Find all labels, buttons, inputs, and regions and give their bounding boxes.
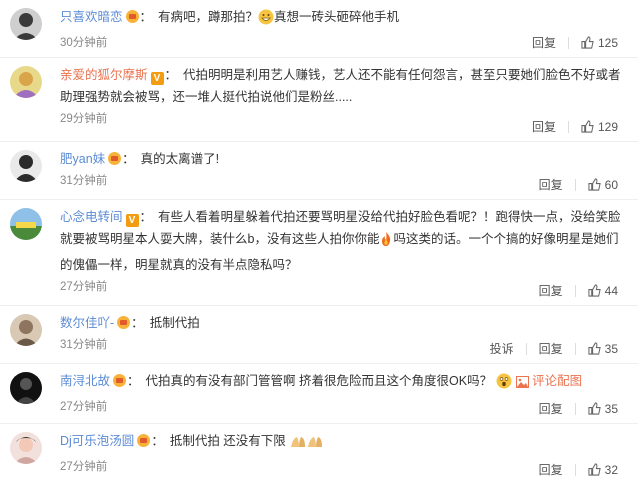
like-count: 44 — [604, 283, 618, 298]
colon: ： — [127, 374, 140, 388]
thumbs-up-icon — [588, 342, 601, 355]
like-count: 60 — [604, 177, 618, 192]
comment-text: 抵制代拍 — [149, 316, 200, 330]
reply-button[interactable]: 回复 — [532, 34, 556, 51]
comment-item: 只喜欢暗恋：有病吧，蹲那拍？ 真想一砖头砸碎他手机 30分钟前 回复 125 — [0, 0, 638, 58]
divider — [574, 178, 576, 191]
comment-actions: 回复 125 — [532, 34, 618, 51]
avatar[interactable] — [10, 372, 42, 404]
praying-hands-emoji-icon — [289, 434, 323, 456]
comment-actions: 回复 32 — [539, 461, 618, 478]
thumbs-up-icon — [588, 178, 601, 191]
like-button[interactable]: 129 — [581, 120, 618, 134]
colon: ： — [139, 10, 153, 24]
username[interactable]: 肥yan妹 — [60, 152, 105, 166]
colon: ： — [139, 210, 153, 224]
divider — [567, 36, 569, 49]
comment-item: 数尔佳吖-：抵制代拍 31分钟前 投诉 回复 35 — [0, 306, 638, 364]
vip-badge-icon — [137, 434, 151, 447]
like-count: 35 — [604, 401, 618, 416]
divider — [574, 402, 576, 415]
vip-badge-icon — [108, 152, 122, 165]
comment-text: 有病吧，蹲那拍？ — [158, 10, 259, 24]
comment-text: 真的太离谱了! — [140, 152, 220, 166]
reply-button[interactable]: 回复 — [539, 461, 563, 478]
like-button[interactable]: 125 — [581, 36, 618, 50]
comment-text: 抵制代拍 还没有下限 — [169, 434, 286, 448]
username[interactable]: Dj可乐泡汤圆 — [60, 434, 134, 448]
divider — [525, 342, 527, 355]
comment-item: 肥yan妹：真的太离谱了! 31分钟前 回复 60 — [0, 142, 638, 200]
colon: ： — [164, 68, 178, 82]
comment-image-link-label: 评论配图 — [532, 374, 583, 388]
verified-v-icon: V — [125, 214, 139, 227]
comment-actions: 回复 35 — [539, 400, 618, 417]
comment-list: 只喜欢暗恋：有病吧，蹲那拍？ 真想一砖头砸碎他手机 30分钟前 回复 125 亲爱… — [0, 0, 638, 484]
username[interactable]: 数尔佳吖- — [60, 316, 114, 330]
divider — [574, 284, 576, 297]
colon: ： — [151, 434, 164, 448]
reply-button[interactable]: 回复 — [539, 340, 563, 357]
astonished-emoji-icon — [496, 373, 512, 396]
like-count: 32 — [604, 462, 618, 477]
like-count: 129 — [597, 119, 618, 134]
comment-actions: 回复 44 — [539, 282, 618, 299]
reply-button[interactable]: 回复 — [539, 176, 563, 193]
verified-v-icon: V — [150, 72, 164, 85]
username[interactable]: 心念电转间 — [60, 210, 123, 224]
like-count: 125 — [597, 35, 618, 50]
reply-button[interactable]: 回复 — [539, 400, 563, 417]
like-button[interactable]: 35 — [588, 402, 618, 416]
comment-item: Dj可乐泡汤圆：抵制代拍 还没有下限 27分钟前 回复 32 — [0, 424, 638, 484]
username[interactable]: 只喜欢暗恋 — [60, 10, 123, 24]
thumbs-up-icon — [588, 463, 601, 476]
avatar[interactable] — [10, 66, 42, 98]
thumbs-up-icon — [588, 402, 601, 415]
report-button[interactable]: 投诉 — [490, 340, 514, 357]
comment-actions: 回复 60 — [539, 176, 618, 193]
comment-item: 亲爱的狐尔摩斯 V：代拍明明是利用艺人赚钱，艺人还不能有任何怨言，甚至只要她们脸色… — [0, 58, 638, 142]
thumbs-up-icon — [581, 120, 594, 133]
username[interactable]: 南浔北故 — [60, 374, 110, 388]
grin-emoji-icon — [258, 9, 274, 32]
like-button[interactable]: 60 — [588, 178, 618, 192]
vip-badge-icon — [117, 316, 131, 329]
like-button[interactable]: 35 — [588, 342, 618, 356]
thumbs-up-icon — [588, 284, 601, 297]
colon: ： — [131, 316, 144, 330]
fire-emoji-icon — [379, 231, 393, 254]
thumbs-up-icon — [581, 36, 594, 49]
divider — [567, 120, 569, 133]
vip-badge-icon — [113, 374, 127, 387]
reply-button[interactable]: 回复 — [532, 118, 556, 135]
avatar[interactable] — [10, 150, 42, 182]
image-icon — [516, 376, 530, 388]
comment-actions: 回复 129 — [532, 118, 618, 135]
avatar[interactable] — [10, 314, 42, 346]
comment-actions: 投诉 回复 35 — [490, 340, 618, 357]
vip-badge-icon — [125, 10, 139, 23]
comment-image-link[interactable]: 评论配图 — [516, 374, 582, 388]
avatar[interactable] — [10, 208, 42, 240]
comment-text: 代拍真的有没有部门管管啊 挤着很危险而且这个角度很OK吗？ — [145, 374, 493, 388]
like-count: 35 — [604, 341, 618, 356]
comment-text-tail: 真想一砖头砸碎他手机 — [274, 10, 400, 24]
like-button[interactable]: 32 — [588, 463, 618, 477]
divider — [574, 342, 576, 355]
colon: ： — [122, 152, 135, 166]
avatar[interactable] — [10, 432, 42, 464]
like-button[interactable]: 44 — [588, 284, 618, 298]
comment-item: 心念电转间 V：有些人看着明星躲着代拍还要骂明星没给代拍好脸色看呢？！跑得快一点，… — [0, 200, 638, 306]
reply-button[interactable]: 回复 — [539, 282, 563, 299]
avatar[interactable] — [10, 8, 42, 40]
comment-item: 南浔北故：代拍真的有没有部门管管啊 挤着很危险而且这个角度很OK吗？ 评论配图 2… — [0, 364, 638, 424]
divider — [574, 463, 576, 476]
username[interactable]: 亲爱的狐尔摩斯 — [60, 68, 148, 82]
